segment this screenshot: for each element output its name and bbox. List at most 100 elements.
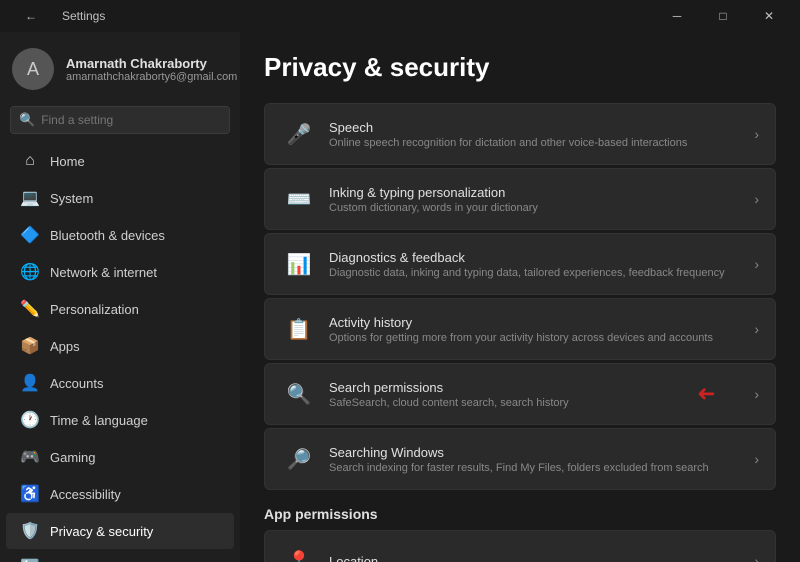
sidebar-item-label-privacy: Privacy & security bbox=[50, 524, 153, 539]
searching-windows-title: Searching Windows bbox=[329, 445, 754, 460]
sidebar-item-privacy[interactable]: 🛡️ Privacy & security bbox=[6, 513, 234, 549]
titlebar-controls: ─ □ ✕ bbox=[654, 0, 792, 32]
content-area: Privacy & security 🎤 Speech Online speech … bbox=[240, 32, 800, 562]
inking-text: Inking & typing personalization Custom di… bbox=[329, 185, 754, 214]
search-permissions-text: Search permissionsSafeSearch, cloud cont… bbox=[329, 380, 754, 409]
settings-item-search-permissions[interactable]: 🔍 Search permissionsSafeSearch, cloud con… bbox=[264, 363, 776, 425]
search-box[interactable]: 🔍 bbox=[10, 106, 230, 134]
inking-icon: ⌨️ bbox=[281, 181, 317, 217]
location-chevron-icon: › bbox=[754, 553, 759, 562]
maximize-button[interactable]: □ bbox=[700, 0, 746, 32]
searching-windows-text: Searching Windows Search indexing for fas… bbox=[329, 445, 754, 474]
update-icon: 🔄 bbox=[20, 558, 40, 562]
diagnostics-chevron-icon: › bbox=[754, 256, 759, 272]
bluetooth-icon: 🔷 bbox=[20, 225, 40, 245]
titlebar-title: Settings bbox=[62, 9, 105, 23]
activity-desc: Options for getting more from your activ… bbox=[329, 332, 754, 344]
system-icon: 💻 bbox=[20, 188, 40, 208]
speech-chevron-icon: › bbox=[754, 126, 759, 142]
sidebar-item-label-gaming: Gaming bbox=[50, 450, 96, 465]
settings-item-searching-windows[interactable]: 🔎 Searching Windows Search indexing for fa… bbox=[264, 428, 776, 490]
red-arrow-annotation: ➜ bbox=[697, 381, 715, 407]
personalization-icon: ✏️ bbox=[20, 299, 40, 319]
diagnostics-title: Diagnostics & feedback bbox=[329, 250, 754, 265]
sidebar-item-label-apps: Apps bbox=[50, 339, 80, 354]
user-email: amarnathchakraborty6@gmail.com bbox=[66, 71, 237, 83]
sidebar-item-system[interactable]: 💻 System bbox=[6, 180, 234, 216]
avatar: A bbox=[12, 48, 54, 90]
red-arrow-icon: ➜ bbox=[697, 381, 715, 407]
settings-items-container: 🎤 Speech Online speech recognition for dic… bbox=[264, 103, 776, 490]
sidebar-item-accounts[interactable]: 👤 Accounts bbox=[6, 365, 234, 401]
search-permissions-title: Search permissions bbox=[329, 380, 754, 395]
search-input[interactable] bbox=[41, 113, 221, 127]
sidebar-item-label-accessibility: Accessibility bbox=[50, 487, 121, 502]
close-button[interactable]: ✕ bbox=[746, 0, 792, 32]
sidebar-item-bluetooth[interactable]: 🔷 Bluetooth & devices bbox=[6, 217, 234, 253]
activity-title: Activity history bbox=[329, 315, 754, 330]
search-permissions-chevron-icon: › bbox=[754, 386, 759, 402]
main-layout: A Amarnath Chakraborty amarnathchakrabor… bbox=[0, 32, 800, 562]
nav-container: ⌂ Home 💻 System 🔷 Bluetooth & devices 🌐 Network… bbox=[0, 142, 240, 562]
home-icon: ⌂ bbox=[20, 151, 40, 171]
page-title: Privacy & security bbox=[264, 52, 776, 83]
titlebar: ← Settings ─ □ ✕ bbox=[0, 0, 800, 32]
inking-chevron-icon: › bbox=[754, 191, 759, 207]
inking-title: Inking & typing personalization bbox=[329, 185, 754, 200]
maximize-icon: □ bbox=[719, 9, 726, 23]
diagnostics-desc: Diagnostic data, inking and typing data,… bbox=[329, 267, 754, 279]
location-text: Location bbox=[329, 554, 754, 562]
diagnostics-icon: 📊 bbox=[281, 246, 317, 282]
sidebar-item-label-home: Home bbox=[50, 154, 85, 169]
sidebar-item-personalization[interactable]: ✏️ Personalization bbox=[6, 291, 234, 327]
sidebar-item-apps[interactable]: 📦 Apps bbox=[6, 328, 234, 364]
privacy-icon: 🛡️ bbox=[20, 521, 40, 541]
sidebar-item-accessibility[interactable]: ♿ Accessibility bbox=[6, 476, 234, 512]
back-icon: ← bbox=[25, 9, 37, 23]
speech-icon: 🎤 bbox=[281, 116, 317, 152]
sidebar-item-gaming[interactable]: 🎮Gaming bbox=[6, 439, 234, 475]
sidebar: A Amarnath Chakraborty amarnathchakrabor… bbox=[0, 32, 240, 562]
sidebar-item-network[interactable]: 🌐 Network & internet bbox=[6, 254, 234, 290]
settings-item-speech[interactable]: 🎤 Speech Online speech recognition for dic… bbox=[264, 103, 776, 165]
sidebar-item-label-time: Time & language bbox=[50, 413, 148, 428]
search-icon: 🔍 bbox=[19, 112, 35, 128]
accessibility-icon: ♿ bbox=[20, 484, 40, 504]
settings-item-diagnostics[interactable]: 📊 Diagnostics & feedback Diagnostic data, … bbox=[264, 233, 776, 295]
minimize-button[interactable]: ─ bbox=[654, 0, 700, 32]
permission-item-location[interactable]: 📍 Location› bbox=[264, 530, 776, 562]
activity-text: Activity history Options for getting more… bbox=[329, 315, 754, 344]
permissions-container: 📍Location›📷Camera› bbox=[264, 530, 776, 562]
sidebar-item-label-bluetooth: Bluetooth & devices bbox=[50, 228, 165, 243]
speech-title: Speech bbox=[329, 120, 754, 135]
apps-icon: 📦 bbox=[20, 336, 40, 356]
sidebar-item-label-network: Network & internet bbox=[50, 265, 157, 280]
search-permissions-icon: 🔍 bbox=[281, 376, 317, 412]
sidebar-item-time[interactable]: 🕐Time & language bbox=[6, 402, 234, 438]
network-icon: 🌐 bbox=[20, 262, 40, 282]
back-button[interactable]: ← bbox=[8, 0, 54, 32]
user-profile[interactable]: A Amarnath Chakraborty amarnathchakrabor… bbox=[0, 32, 240, 102]
minimize-icon: ─ bbox=[673, 9, 682, 23]
settings-item-activity[interactable]: 📋 Activity history Options for getting mor… bbox=[264, 298, 776, 360]
searching-windows-icon: 🔎 bbox=[281, 441, 317, 477]
sidebar-item-update[interactable]: 🔄Windows Update bbox=[6, 550, 234, 562]
sidebar-item-home[interactable]: ⌂ Home bbox=[6, 143, 234, 179]
titlebar-left: ← Settings bbox=[8, 0, 105, 32]
sidebar-item-label-system: System bbox=[50, 191, 93, 206]
activity-icon: 📋 bbox=[281, 311, 317, 347]
location-icon: 📍 bbox=[281, 543, 317, 562]
accounts-icon: 👤 bbox=[20, 373, 40, 393]
speech-desc: Online speech recognition for dictation … bbox=[329, 137, 754, 149]
searching-windows-desc: Search indexing for faster results, Find… bbox=[329, 462, 754, 474]
diagnostics-text: Diagnostics & feedback Diagnostic data, i… bbox=[329, 250, 754, 279]
avatar-icon: A bbox=[27, 59, 39, 80]
speech-text: Speech Online speech recognition for dict… bbox=[329, 120, 754, 149]
user-info: Amarnath Chakraborty amarnathchakraborty… bbox=[66, 56, 237, 83]
sidebar-item-label-personalization: Personalization bbox=[50, 302, 139, 317]
location-title: Location bbox=[329, 554, 754, 562]
sidebar-item-label-accounts: Accounts bbox=[50, 376, 103, 391]
inking-desc: Custom dictionary, words in your diction… bbox=[329, 202, 754, 214]
searching-windows-chevron-icon: › bbox=[754, 451, 759, 467]
settings-item-inking[interactable]: ⌨️ Inking & typing personalization Custom … bbox=[264, 168, 776, 230]
